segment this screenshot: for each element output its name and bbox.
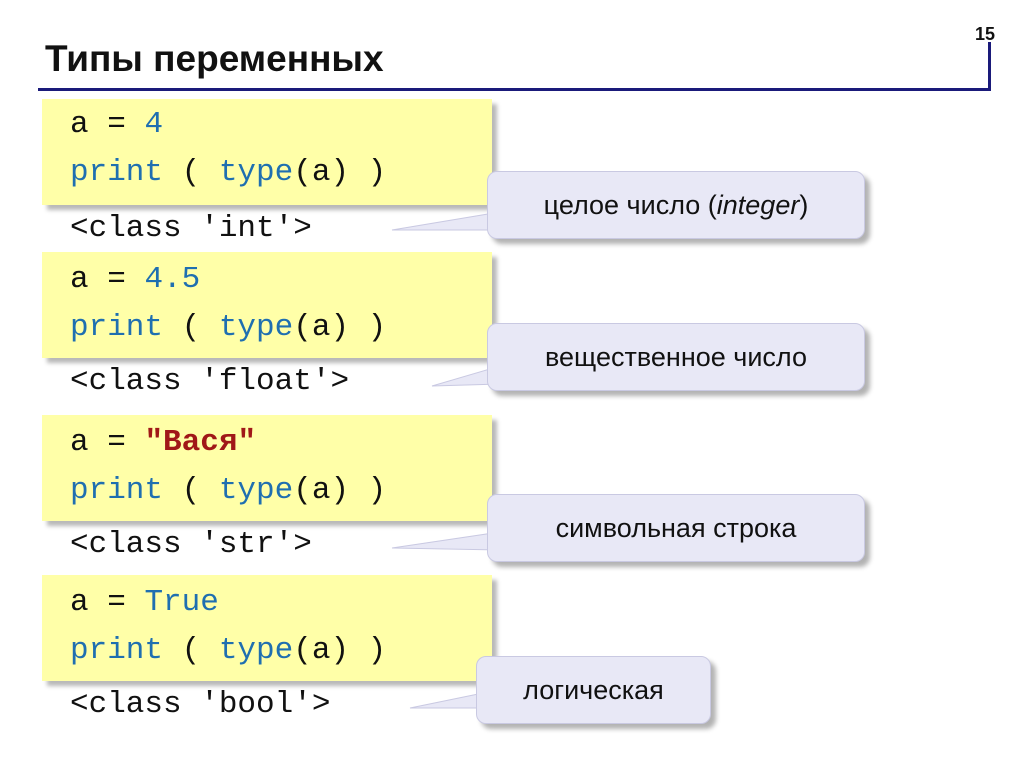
code-line-assign: a = 4 [70,107,164,142]
output-float: <class 'float'> [70,364,350,399]
code-line-print: print ( type(a) ) [70,633,387,668]
code-box-int: a = 4 print ( type(a) ) [42,99,492,205]
code-line-assign: a = "Вася" [70,425,257,460]
output-bool: <class 'bool'> [70,687,331,722]
code-line-assign: a = True [70,585,219,620]
code-line-print: print ( type(a) ) [70,155,387,190]
callout-tail-str [391,531,501,551]
title-underline [38,88,990,91]
slide-number: 15 [975,24,996,44]
callout-float: вещественное число [487,323,865,391]
callout-tail-int [391,211,501,231]
code-box-bool: a = True print ( type(a) ) [42,575,492,681]
code-line-print: print ( type(a) ) [70,473,387,508]
callout-str: символьная строка [487,494,865,562]
code-box-float: a = 4.5 print ( type(a) ) [42,252,492,358]
slide-title: Типы переменных [45,38,384,79]
code-box-str: a = "Вася" print ( type(a) ) [42,415,492,521]
code-line-assign: a = 4.5 [70,262,201,297]
code-line-print: print ( type(a) ) [70,310,387,345]
callout-int: целое число (integer) [487,171,865,239]
callout-bool: логическая [476,656,711,724]
output-str: <class 'str'> [70,527,312,562]
output-int: <class 'int'> [70,211,312,246]
title-rule-tick [988,42,991,91]
